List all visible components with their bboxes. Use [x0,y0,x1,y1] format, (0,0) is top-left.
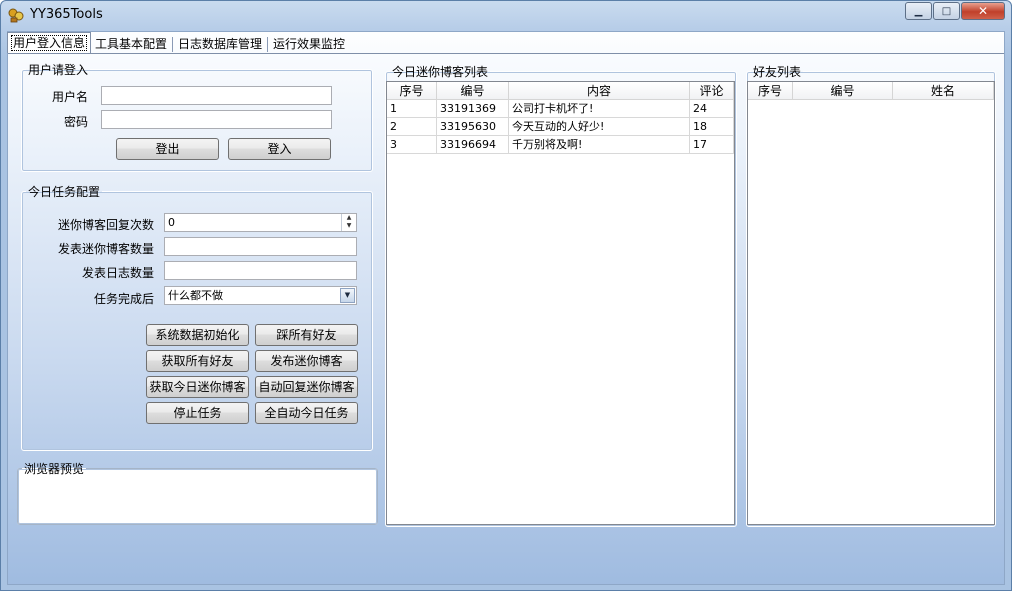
table-row[interactable]: 3 33196694 千万别将及啊! 17 [387,136,734,154]
stop-task-button[interactable]: 停止任务 [146,402,249,424]
column-header[interactable]: 姓名 [893,82,994,99]
tab-divider [267,37,269,52]
table-row[interactable]: 2 33195630 今天互动的人好少! 18 [387,118,734,136]
column-header[interactable]: 序号 [748,82,793,99]
blog-list-header: 序号 编号 内容 评论 [387,82,734,100]
reply-count-label: 迷你博客回复次数 [57,218,154,232]
cell-comments: 18 [690,118,734,135]
browser-preview-title: 浏览器预览 [24,462,85,476]
friend-list-header: 序号 编号 姓名 [748,82,994,100]
task-config-group-title: 今日任务配置 [28,185,101,199]
tab-tool-config[interactable]: 工具基本配置 [91,34,171,53]
cell-content: 今天互动的人好少! [509,118,690,135]
app-window: YY365Tools ▁ □ ✕ 用户登入信息 工具基本配置 日志数据库管理 运… [0,0,1012,591]
auto-all-button[interactable]: 全自动今日任务 [255,402,358,424]
tab-user-login[interactable]: 用户登入信息 [7,32,92,53]
cell-id: 33195630 [437,118,509,135]
after-done-value: 什么都不做 [168,289,223,302]
cell-id: 33196694 [437,136,509,153]
cell-content: 千万别将及啊! [509,136,690,153]
spin-up-icon[interactable]: ▲ [342,214,356,222]
maximize-button[interactable]: □ [933,2,960,20]
blog-listview[interactable]: 序号 编号 内容 评论 1 33191369 公司打卡机坏了! 24 2 331… [386,81,735,525]
spinner-buttons[interactable]: ▲ ▼ [341,214,356,231]
post-count-input[interactable] [164,237,357,256]
cell-content: 公司打卡机坏了! [509,100,690,117]
blog-list-title: 今日迷你博客列表 [392,65,489,79]
tab-divider [172,37,174,52]
tab-label: 用户登入信息 [11,35,88,51]
column-header[interactable]: 编号 [793,82,893,99]
post-blog-button[interactable]: 发布迷你博客 [255,350,358,372]
column-header[interactable]: 内容 [509,82,690,99]
column-header[interactable]: 评论 [690,82,734,99]
username-label: 用户名 [51,90,88,104]
tab-monitor[interactable]: 运行效果监控 [269,34,349,53]
cell-index: 3 [387,136,437,153]
window-title: YY365Tools [30,7,103,22]
login-group-title: 用户请登入 [28,63,89,77]
minimize-button[interactable]: ▁ [905,2,932,20]
after-done-label: 任务完成后 [93,292,154,306]
title-bar[interactable]: YY365Tools ▁ □ ✕ [1,1,1011,29]
after-done-select[interactable]: 什么都不做 ▼ [164,286,357,305]
cell-index: 1 [387,100,437,117]
reply-count-value: 0 [168,216,175,229]
table-row[interactable]: 1 33191369 公司打卡机坏了! 24 [387,100,734,118]
cell-index: 2 [387,118,437,135]
password-input[interactable] [101,110,332,129]
username-input[interactable] [101,86,332,105]
friend-list-title: 好友列表 [753,65,802,79]
tab-underline [8,53,1004,54]
column-header[interactable]: 序号 [387,82,437,99]
browser-preview-group[interactable]: 浏览器预览 [17,460,378,525]
app-icon [8,8,24,23]
log-count-label: 发表日志数量 [81,266,154,280]
chevron-down-icon[interactable]: ▼ [340,288,355,303]
login-button[interactable]: 登入 [228,138,331,160]
log-count-input[interactable] [164,261,357,280]
cell-comments: 24 [690,100,734,117]
init-data-button[interactable]: 系统数据初始化 [146,324,249,346]
logout-button[interactable]: 登出 [116,138,219,160]
friend-listview[interactable]: 序号 编号 姓名 [747,81,995,525]
tab-log-db[interactable]: 日志数据库管理 [174,34,266,53]
cell-comments: 17 [690,136,734,153]
cell-id: 33191369 [437,100,509,117]
spin-down-icon[interactable]: ▼ [342,222,356,230]
window-controls: ▁ □ ✕ [904,2,1005,20]
auto-reply-button[interactable]: 自动回复迷你博客 [255,376,358,398]
get-today-blog-button[interactable]: 获取今日迷你博客 [146,376,249,398]
step-friends-button[interactable]: 踩所有好友 [255,324,358,346]
tab-strip: 用户登入信息 工具基本配置 日志数据库管理 运行效果监控 [7,32,349,54]
password-label: 密码 [63,115,88,129]
get-friends-button[interactable]: 获取所有好友 [146,350,249,372]
close-button[interactable]: ✕ [961,2,1005,20]
post-count-label: 发表迷你博客数量 [57,242,154,256]
reply-count-stepper[interactable]: 0 ▲ ▼ [164,213,357,232]
column-header[interactable]: 编号 [437,82,509,99]
